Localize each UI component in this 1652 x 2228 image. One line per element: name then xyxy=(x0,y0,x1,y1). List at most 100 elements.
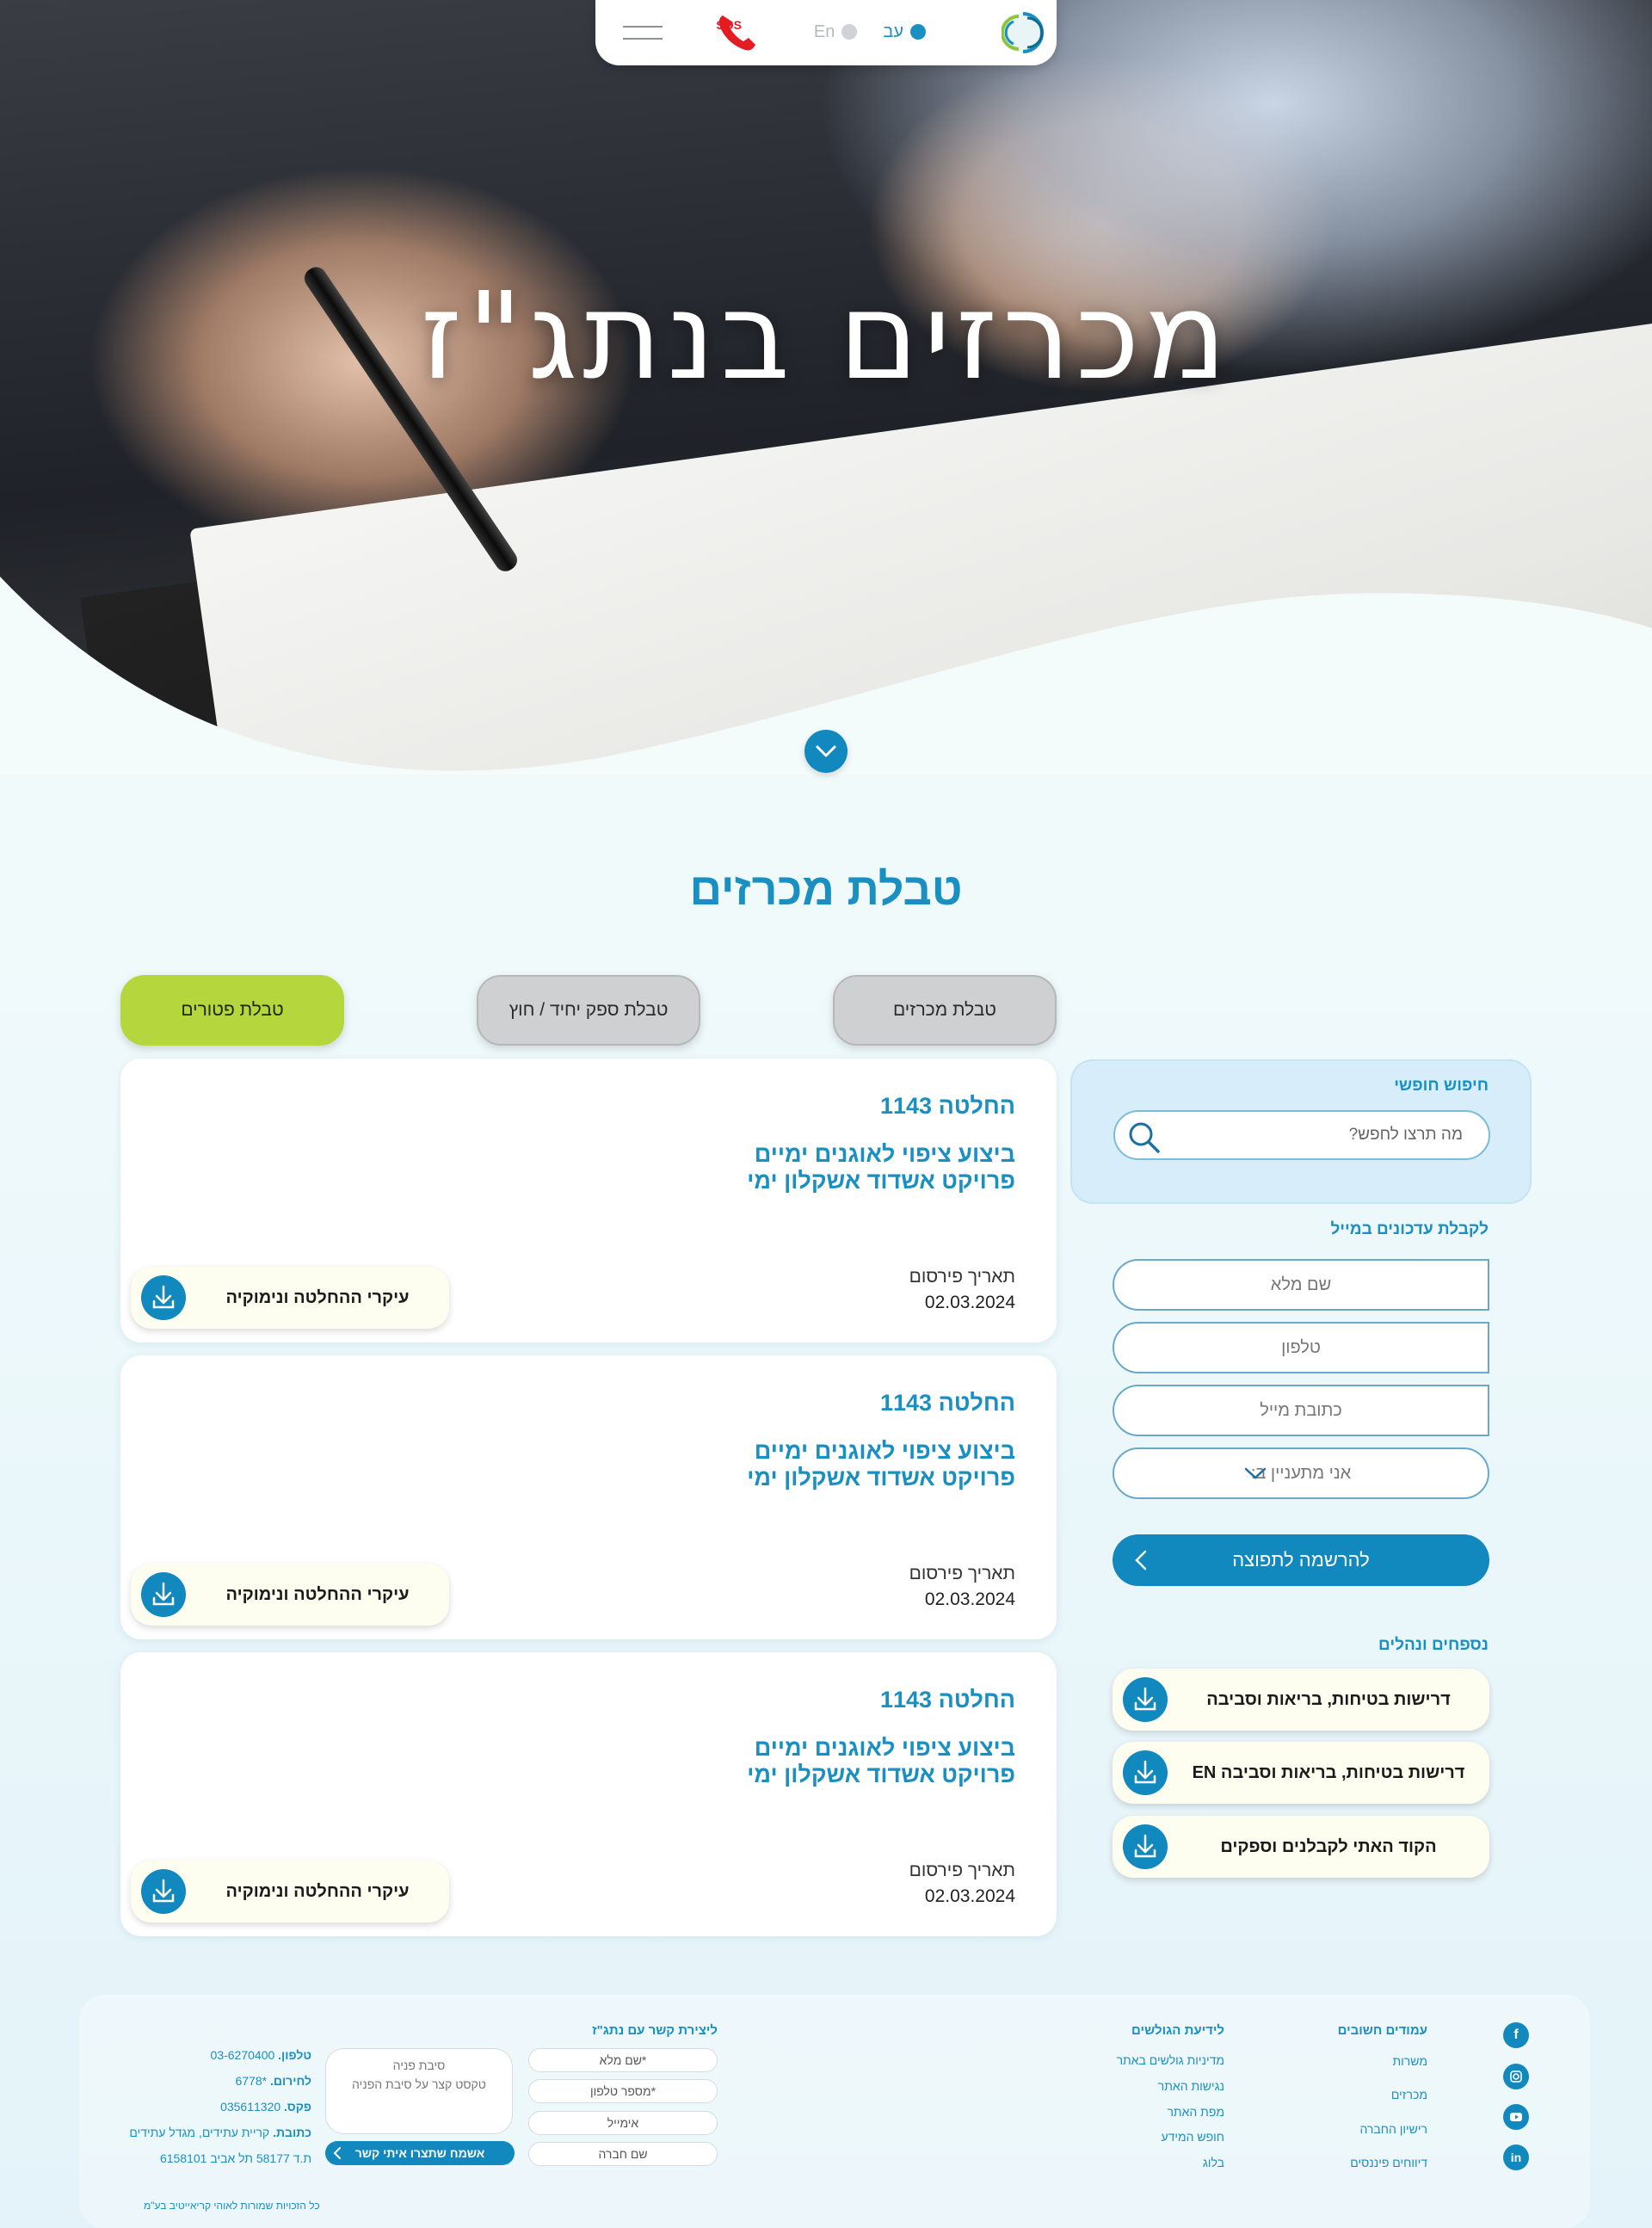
tender-card: החלטה 1143 ביצוע ציפוי לאוגנים ימיים פרו… xyxy=(120,1355,1057,1639)
contact-phone-label: טלפון. xyxy=(278,2048,311,2062)
download-decision-button[interactable]: עיקרי ההחלטה ונימוקיה xyxy=(131,1564,449,1626)
contact-reason-textarea[interactable]: סיבת פניה טקסט קצר על סיבת הפניה xyxy=(325,2048,513,2134)
download-icon xyxy=(141,1869,186,1914)
footer-surfers-title: לידיעת הגולשים xyxy=(1131,2023,1224,2038)
tender-description: ביצוע ציפוי לאוגנים ימיים פרויקט אשדוד א… xyxy=(747,1735,1015,1788)
contact-reason-hint: טקסט קצר על סיבת הפניה xyxy=(352,2077,486,2091)
publish-date: 02.03.2024 xyxy=(924,1293,1015,1312)
contact-name-field[interactable]: *שם מלא xyxy=(528,2048,718,2072)
copyright: כל הזכויות שמורות לאוהי קריאייטיב בע"מ xyxy=(144,2200,320,2212)
lang-en-label[interactable]: En xyxy=(814,22,835,42)
phone-field[interactable]: טלפון xyxy=(1113,1322,1489,1373)
name-field[interactable]: שם מלא xyxy=(1113,1259,1489,1311)
contact-fax-value: 035611320 xyxy=(220,2100,281,2114)
tab-single-supplier[interactable]: טבלת ספק יחיד / חוץ xyxy=(477,975,700,1046)
contact-reason-label: סיבת פניה xyxy=(392,2058,446,2072)
download-icon xyxy=(141,1275,186,1320)
search-input[interactable]: מה תרצו לחפש? xyxy=(1113,1110,1490,1160)
tender-description-line: פרויקט אשדוד אשקלון ימי xyxy=(747,1762,1015,1787)
tender-description-line: ביצוע ציפוי לאוגנים ימיים xyxy=(754,1735,1015,1761)
download-decision-button[interactable]: עיקרי ההחלטה ונימוקיה xyxy=(131,1267,449,1329)
footer-link[interactable]: בלוג xyxy=(1203,2156,1224,2169)
footer-contact-title: ליצירת קשר עם נתג"ז xyxy=(592,2023,718,2038)
contact-phone: טלפון. 03-6270400 xyxy=(211,2048,311,2062)
scroll-down-button[interactable] xyxy=(804,730,848,773)
publish-date: 02.03.2024 xyxy=(924,1589,1015,1609)
updates-title: לקבלת עדכונים במייל xyxy=(1330,1220,1489,1238)
sos-phone-icon[interactable]: SOS xyxy=(716,12,764,52)
subscribe-button[interactable]: להרשמה לתפוצה xyxy=(1113,1534,1489,1586)
download-icon xyxy=(1123,1824,1168,1869)
facebook-icon[interactable]: f xyxy=(1503,2022,1529,2048)
tender-card: החלטה 1143 ביצוע ציפוי לאוגנים ימיים פרו… xyxy=(120,1652,1057,1936)
page: מכרזים בנתג"ז עב En SOS טבלת מכרזים טבלת… xyxy=(0,0,1652,2228)
contact-company-field[interactable]: שם חברה xyxy=(528,2142,718,2166)
footer-link[interactable]: חופש המידע xyxy=(1161,2130,1224,2144)
hero-banner: מכרזים בנתג"ז xyxy=(0,0,1652,775)
tender-description: ביצוע ציפוי לאוגנים ימיים פרויקט אשדוד א… xyxy=(747,1141,1015,1194)
subscribe-button-label: להרשמה לתפוצה xyxy=(1232,1549,1370,1571)
tender-description-line: פרויקט אשדוד אשקלון ימי xyxy=(747,1465,1015,1490)
footer-link[interactable]: מפת האתר xyxy=(1167,2105,1224,2119)
search-icon[interactable] xyxy=(1125,1119,1163,1157)
hamburger-menu-icon[interactable] xyxy=(623,22,663,43)
tender-description-line: ביצוע ציפוי לאוגנים ימיים xyxy=(754,1438,1015,1464)
publish-date-label: תאריך פירסום xyxy=(909,1564,1015,1583)
contact-address-value: קריית עתידים, מגדל עתידים xyxy=(129,2126,270,2139)
appendix-download-button[interactable]: דרישות בטיחות, בריאות וסביבה EN xyxy=(1113,1742,1489,1804)
contact-phone-value[interactable]: 03-6270400 xyxy=(211,2048,275,2062)
download-decision-button[interactable]: עיקרי ההחלטה ונימוקיה xyxy=(131,1861,449,1922)
tender-description-line: ביצוע ציפוי לאוגנים ימיים xyxy=(754,1141,1015,1167)
appendix-download-button[interactable]: הקוד האתי לקבלנים וספקים xyxy=(1113,1816,1489,1878)
lang-he-radio[interactable] xyxy=(910,24,926,40)
lang-en-radio[interactable] xyxy=(841,24,858,40)
hero-title: מכרזים בנתג"ז xyxy=(420,267,1232,407)
email-field[interactable]: כתובת מייל xyxy=(1113,1385,1489,1436)
appendix-download-button[interactable]: דרישות בטיחות, בריאות וסביבה xyxy=(1113,1669,1489,1731)
linkedin-icon[interactable]: in xyxy=(1503,2145,1529,2170)
tab-exemptions[interactable]: טבלת פטורים xyxy=(120,975,344,1046)
search-panel: חיפוש חופשי מה תרצו לחפש? xyxy=(1070,1059,1532,1204)
language-switcher: עב En xyxy=(814,21,926,43)
tab-tenders[interactable]: טבלת מכרזים xyxy=(833,975,1057,1046)
contact-email-field[interactable]: אימייל xyxy=(528,2111,718,2135)
contact-fax: פקס. 035611320 xyxy=(220,2100,311,2114)
contact-emergency: לחירום. *6778 xyxy=(235,2074,311,2088)
footer-link[interactable]: מכרזים xyxy=(1391,2088,1427,2101)
appendix-label: הקוד האתי לקבלנים וספקים xyxy=(1220,1836,1437,1856)
footer-link[interactable]: נגישות האתר xyxy=(1158,2079,1224,2093)
contact-emergency-label: לחירום. xyxy=(269,2074,311,2088)
chevron-left-icon xyxy=(333,2147,341,2159)
section-title: טבלת מכרזים xyxy=(689,865,963,915)
contact-pobox: ת.ד 58177 תל אביב 6158101 xyxy=(159,2151,311,2165)
contact-address: כתובת. קריית עתידים, מגדל עתידים xyxy=(129,2126,311,2139)
contact-send-button[interactable]: אשמח שתצרו איתי קשר xyxy=(325,2141,515,2165)
instagram-icon[interactable] xyxy=(1503,2064,1529,2089)
interest-select[interactable]: אני מתעניין ב: xyxy=(1113,1447,1489,1499)
contact-fax-label: פקס. xyxy=(284,2100,311,2114)
tender-card: החלטה 1143 ביצוע ציפוי לאוגנים ימיים פרו… xyxy=(120,1058,1057,1342)
footer-link[interactable]: משרות xyxy=(1393,2054,1428,2068)
contact-phone-field[interactable]: *מספר טלפון xyxy=(528,2079,718,2103)
publish-date: 02.03.2024 xyxy=(924,1886,1015,1906)
download-decision-label: עיקרי ההחלטה ונימוקיה xyxy=(225,1881,410,1901)
footer-link[interactable]: דיווחים פיננסים xyxy=(1350,2156,1427,2169)
top-nav-bar: עב En SOS xyxy=(595,0,1057,65)
lang-he-label[interactable]: עב xyxy=(883,22,903,42)
download-icon xyxy=(1123,1677,1168,1722)
download-icon xyxy=(1123,1750,1168,1795)
publish-date-label: תאריך פירסום xyxy=(909,1861,1015,1880)
tender-description-line: פרויקט אשדוד אשקלון ימי xyxy=(747,1168,1015,1194)
contact-emergency-value[interactable]: *6778 xyxy=(235,2074,267,2088)
company-logo-icon[interactable] xyxy=(1002,11,1045,54)
search-title: חיפוש חופשי xyxy=(1394,1077,1489,1095)
youtube-icon[interactable] xyxy=(1503,2104,1529,2130)
footer-link[interactable]: מדיניות גולשים באתר xyxy=(1117,2053,1224,2067)
footer-important-pages-title: עמודים חשובים xyxy=(1337,2023,1427,2038)
contact-send-label: אשמח שתצרו איתי קשר xyxy=(354,2146,485,2160)
appendix-label: דרישות בטיחות, בריאות וסביבה EN xyxy=(1192,1762,1465,1782)
decision-number: החלטה 1143 xyxy=(880,1093,1015,1119)
svg-text:SOS: SOS xyxy=(716,18,742,32)
footer-link[interactable]: רישיון החברה xyxy=(1359,2122,1427,2136)
chevron-down-icon xyxy=(1244,1467,1267,1479)
